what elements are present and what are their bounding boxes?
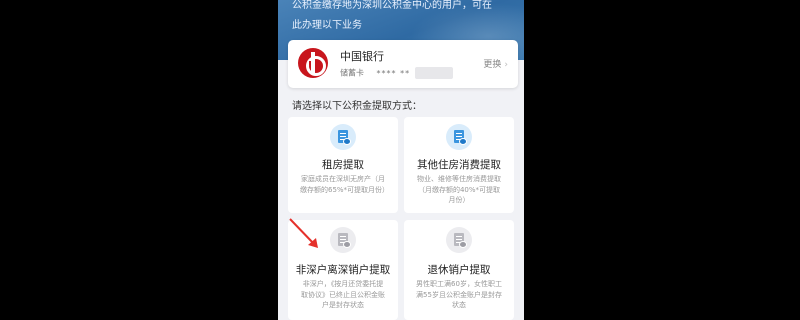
option-title: 非深户离深销户提取 [295,264,391,276]
banner-text-line2: 此办理以下业务 [292,20,362,31]
option-description: 物业、维修等住房消费提取（月缴存额的40%*可提取月份） [417,175,501,204]
change-card-button[interactable]: 更换 › [483,57,508,70]
option-retirement-withdrawal[interactable]: 退休销户提取 男性职工满60岁，女性职工满55岁且公积金账户是封存状态 [404,220,514,320]
option-title: 租房提取 [322,159,364,171]
option-rent-withdrawal[interactable]: 租房提取 家庭成员在深圳无房产（月缴存额的65%*可提取月份） [288,117,398,213]
annotation-arrow-icon [289,218,318,248]
option-description: 男性职工满60岁，女性职工满55岁且公积金账户是封存状态 [416,280,502,309]
option-title: 退休销户提取 [427,264,491,276]
bank-card[interactable]: 中国银行 储蓄卡 **** ** 更换 › [288,40,518,88]
change-card-label: 更换 [483,60,502,70]
card-type: 储蓄卡 [340,68,364,78]
card-number-redacted [414,67,453,79]
chevron-right-icon: › [504,60,508,70]
mobile-screen: 公积金缴存地为深圳公积金中心的用户，可在 此办理以下业务 中国银行 储蓄卡 **… [278,0,524,320]
person-document-icon [446,227,472,253]
option-description: 家庭成员在深圳无房产（月缴存额的65%*可提取月份） [300,175,390,194]
house-document-icon [330,124,356,150]
house-document-icon [446,124,472,150]
banner-text-line1: 公积金缴存地为深圳公积金中心的用户，可在 [292,0,492,11]
bank-card-info: 储蓄卡 **** ** [340,67,453,79]
option-title: 其他住房消费提取 [417,159,501,171]
card-number-masked: **** ** [376,68,411,78]
id-card-icon [330,227,356,253]
option-description: 非深户，《按月还贷委托提取协议》已终止且公积金账户是封存状态 [301,280,385,309]
bank-name: 中国银行 [340,50,384,63]
bank-of-china-logo-icon [298,48,328,78]
option-other-housing-withdrawal[interactable]: 其他住房消费提取 物业、维修等住房消费提取（月缴存额的40%*可提取月份） [404,117,514,213]
section-title: 请选择以下公积金提取方式： [292,101,422,112]
